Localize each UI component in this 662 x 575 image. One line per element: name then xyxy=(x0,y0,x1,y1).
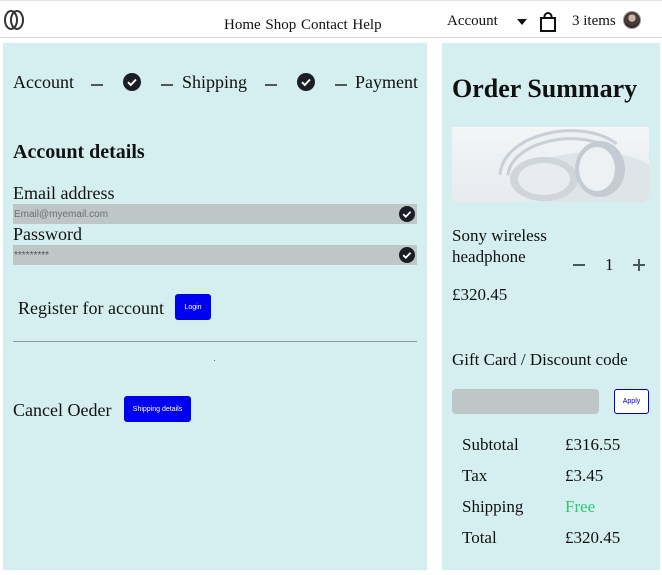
nav-shop-link[interactable]: Shop xyxy=(265,17,296,33)
cancel-order-link[interactable]: Cancel Oeder xyxy=(13,400,111,421)
logo-icon[interactable] xyxy=(3,9,25,31)
quantity-increase-button[interactable] xyxy=(633,259,645,271)
checkmark-icon xyxy=(399,206,415,222)
tax-value: £3.45 xyxy=(565,466,604,485)
apply-button[interactable]: Apply xyxy=(614,389,649,414)
total-label: Total xyxy=(462,528,497,547)
step-account[interactable]: Account xyxy=(13,72,74,93)
checkout-panel: Account Shipping Payment Account details… xyxy=(3,43,427,570)
subtotal-value: £316.55 xyxy=(565,435,621,454)
main-nav: Home Shop Contact Help xyxy=(224,17,383,34)
nav-contact-link[interactable]: Contact xyxy=(301,17,348,33)
nav-home-link[interactable]: Home xyxy=(224,17,261,33)
quantity-decrease-button[interactable] xyxy=(573,264,585,266)
step-separator xyxy=(335,84,347,86)
step-shipping[interactable]: Shipping xyxy=(182,72,247,93)
product-name: Sony wireless headphone xyxy=(452,226,547,266)
step-separator xyxy=(265,84,277,86)
quantity-value: 1 xyxy=(605,255,614,274)
password-field[interactable] xyxy=(13,245,417,265)
subtotal-label: Subtotal xyxy=(462,435,519,454)
top-navbar: Home Shop Contact Help Account 3 items xyxy=(0,0,662,38)
nav-help-link[interactable]: Help xyxy=(352,17,381,33)
caret-down-icon[interactable] xyxy=(517,19,527,25)
login-button[interactable]: Login xyxy=(175,294,211,320)
gift-card-label: Gift Card / Discount code xyxy=(452,350,628,369)
shipping-details-button[interactable]: Shipping details xyxy=(124,396,191,422)
register-link[interactable]: Register for account xyxy=(18,298,164,319)
email-label: Email address xyxy=(13,183,115,203)
avatar[interactable] xyxy=(623,11,641,29)
order-summary-panel: Order Summary Sony wireless headphone 1 … xyxy=(442,43,660,570)
shipping-label: Shipping xyxy=(462,497,524,516)
divider xyxy=(13,341,417,342)
step-separator xyxy=(161,84,173,86)
order-summary-title: Order Summary xyxy=(452,74,638,103)
shipping-value: Free xyxy=(565,497,596,516)
product-price: £320.45 xyxy=(452,285,508,304)
step-payment[interactable]: Payment xyxy=(355,72,418,93)
divider-dot xyxy=(214,360,215,361)
cart-count[interactable]: 3 items xyxy=(572,13,616,30)
step-separator xyxy=(91,84,103,86)
checkmark-icon xyxy=(399,247,415,263)
password-label: Password xyxy=(13,224,83,244)
checkmark-icon xyxy=(123,73,141,91)
total-value: £320.45 xyxy=(565,528,621,547)
tax-label: Tax xyxy=(462,466,488,485)
shopping-bag-icon[interactable] xyxy=(539,12,557,32)
account-details-title: Account details xyxy=(13,141,145,163)
email-field[interactable] xyxy=(13,204,417,224)
gift-card-input[interactable] xyxy=(452,389,599,414)
headphones-image xyxy=(452,127,649,202)
checkmark-icon xyxy=(297,73,315,91)
account-menu[interactable]: Account xyxy=(447,13,498,30)
